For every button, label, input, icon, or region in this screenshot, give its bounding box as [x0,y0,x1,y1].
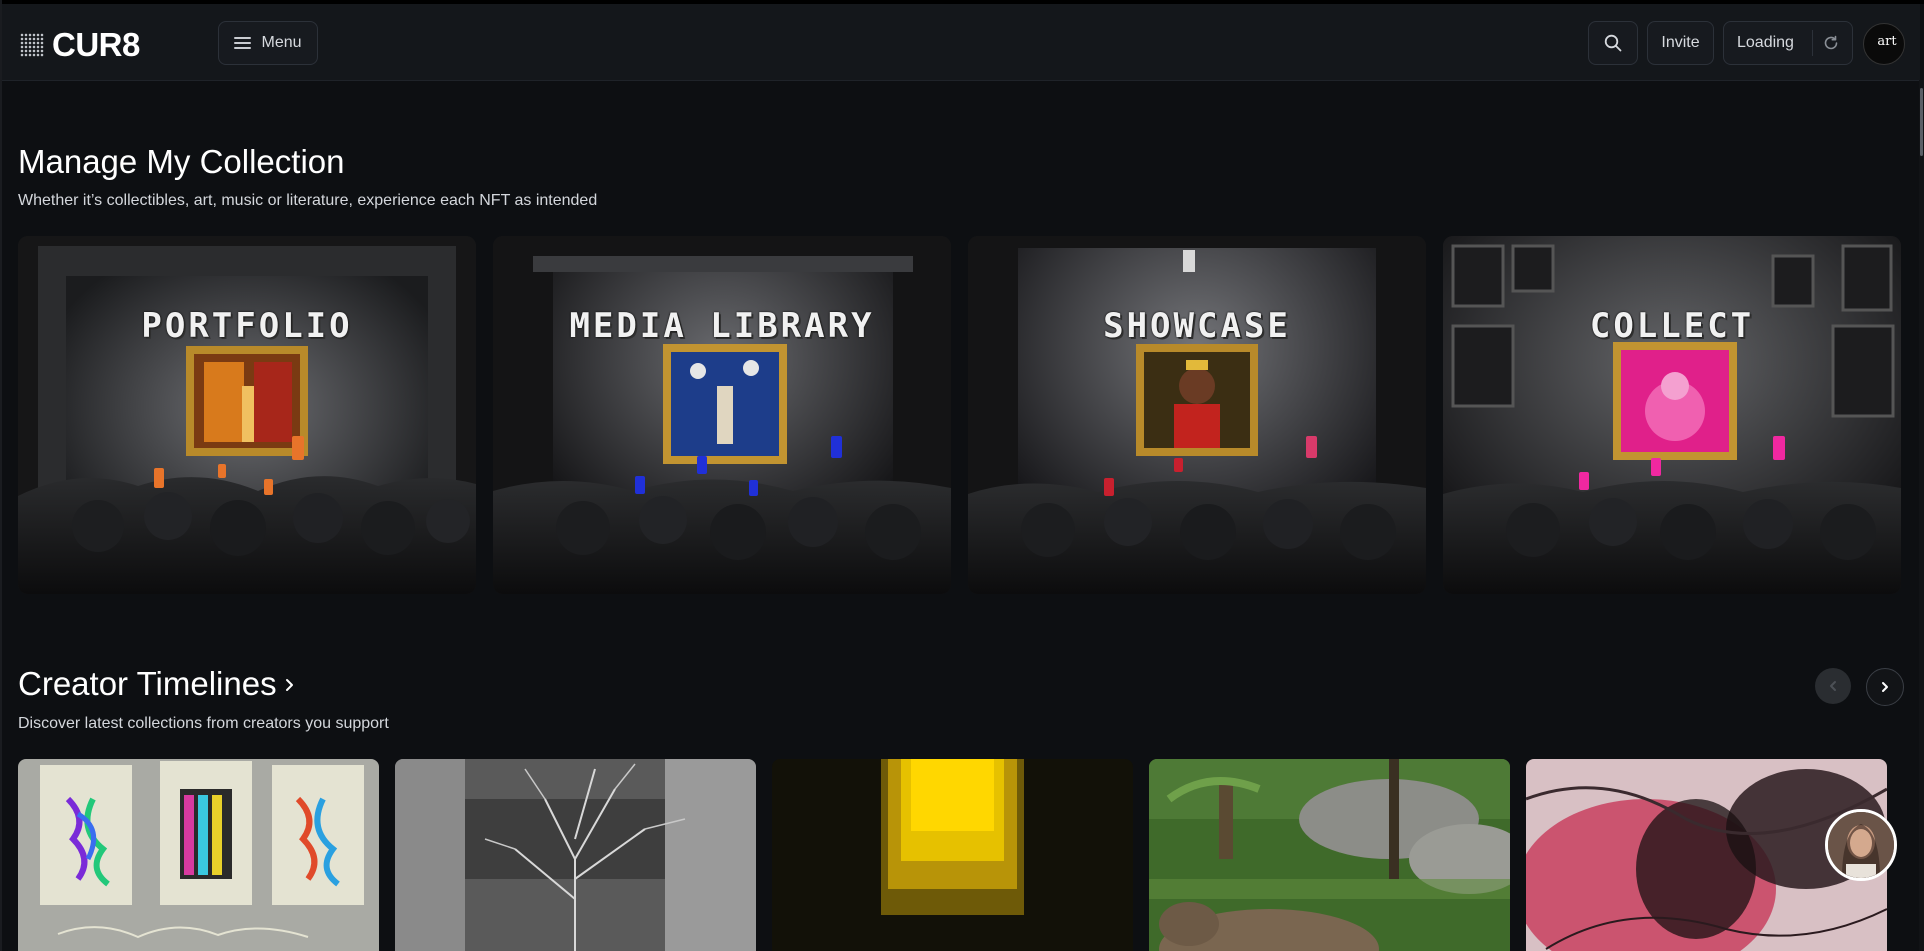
wallet-status-label: Loading [1737,34,1794,51]
scrollbar-track[interactable] [1919,80,1924,951]
timeline-card[interactable] [395,759,756,951]
media-library-gallery-image [493,236,951,594]
wallet-status-button[interactable]: Loading [1723,21,1853,65]
media-library-tile[interactable]: MEDIA LIBRARY [493,236,951,594]
menu-button[interactable]: Menu [218,21,318,65]
timeline-card[interactable] [18,759,379,951]
window-left-edge [0,0,2,951]
refresh-icon[interactable] [1821,33,1841,53]
collection-section-subtitle: Whether it’s collectibles, art, music or… [18,192,598,209]
collection-section-title: Manage My Collection [18,143,345,180]
carousel-next-button[interactable] [1866,668,1904,706]
search-button[interactable] [1588,21,1638,65]
app-logo[interactable]: CUR8 [20,28,140,61]
showcase-tile-label: SHOWCASE [1103,306,1291,346]
chevron-right-icon [1882,682,1888,692]
logo-dot-grid-icon [20,32,44,57]
collect-tile[interactable]: COLLECT [1443,236,1901,594]
menu-button-label: Menu [261,34,302,51]
chevron-left-icon [1830,681,1836,691]
collect-tile-label: COLLECT [1589,306,1755,346]
timelines-section-subtitle: Discover latest collections from creator… [18,715,389,732]
search-icon [1604,34,1622,52]
user-avatar[interactable]: art [1863,23,1905,65]
chevron-right-icon[interactable] [283,678,297,692]
button-divider [1812,30,1813,56]
portfolio-gallery-image [18,236,476,594]
portfolio-tile-label: PORTFOLIO [141,306,353,346]
portfolio-tile[interactable]: PORTFOLIO [18,236,476,594]
hamburger-icon [234,37,252,49]
logo-text: CUR8 [52,26,140,63]
invite-button-label: Invite [1661,34,1700,51]
assistant-portrait-image [1828,812,1894,878]
timeline-card[interactable] [1149,759,1510,951]
carousel-prev-button[interactable] [1815,668,1851,704]
top-navigation-bar: CUR8 Menu Invite Loading art [2,4,1920,81]
assistant-chat-avatar[interactable] [1825,809,1897,881]
invite-button[interactable]: Invite [1647,21,1714,65]
scrollbar-thumb[interactable] [1920,88,1923,156]
collect-gallery-image [1443,236,1901,594]
timeline-card-image [772,759,1133,951]
media-library-tile-label: MEDIA LIBRARY [569,306,875,346]
timelines-section-title[interactable]: Creator Timelines [18,665,277,703]
timeline-card[interactable] [772,759,1133,951]
showcase-tile[interactable]: SHOWCASE [968,236,1426,594]
timeline-card-image [1149,759,1510,951]
avatar-text: art [1877,33,1897,49]
timeline-card-image [395,759,756,951]
timeline-card-image [18,759,379,951]
showcase-gallery-image [968,236,1426,594]
